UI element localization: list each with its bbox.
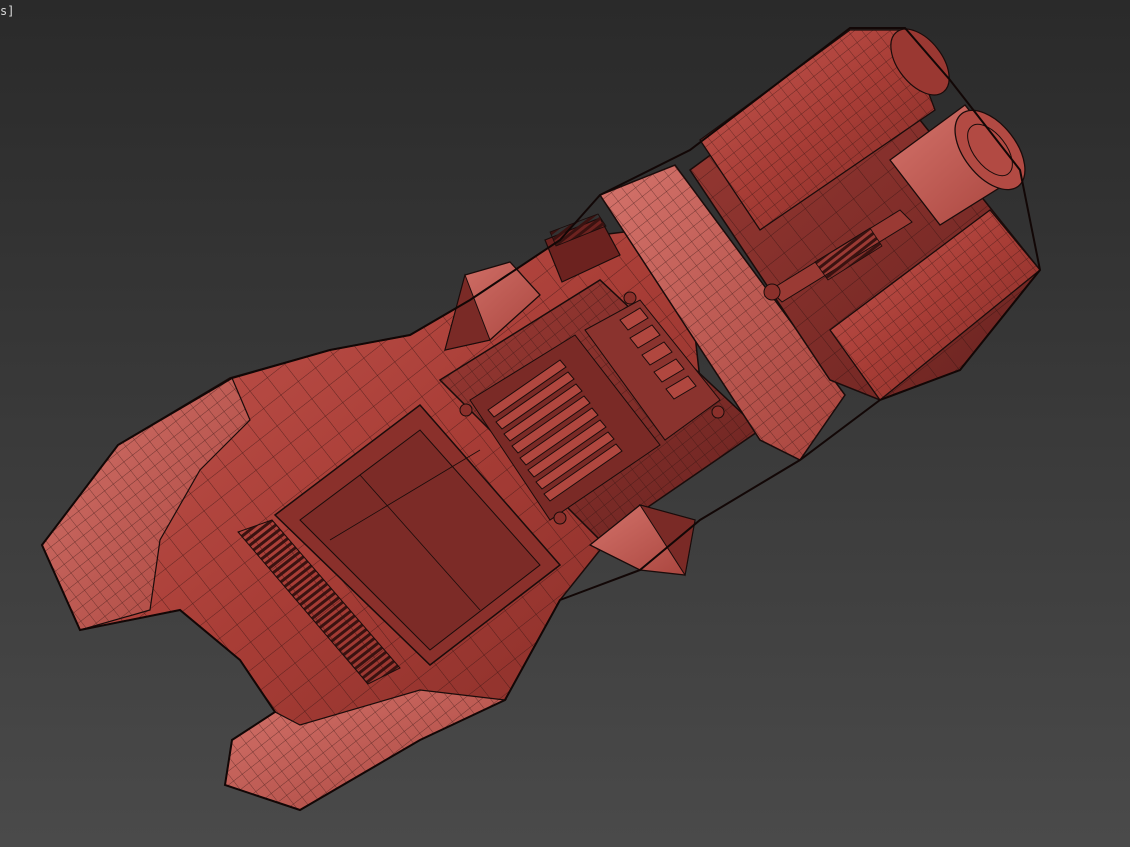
3d-viewport[interactable]: s] (0, 0, 1130, 847)
3d-model[interactable] (0, 0, 1130, 847)
model-bottom-lip[interactable] (224, 689, 508, 811)
